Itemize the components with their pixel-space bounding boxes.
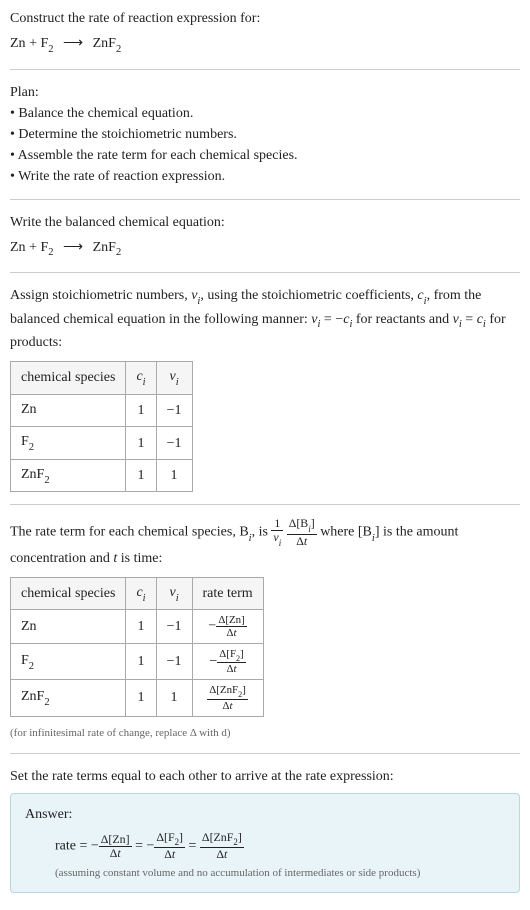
unbalanced-equation: Zn + F2 ⟶ ZnF2	[10, 33, 520, 57]
reaction-arrow-icon: ⟶	[63, 33, 83, 54]
col-species: chemical species	[11, 362, 126, 395]
table-row: F2 1 −1	[11, 427, 193, 460]
prompt-text: Construct the rate of reaction expressio…	[10, 8, 520, 29]
table-row: F2 1 −1 −Δ[F2]Δt	[11, 644, 264, 680]
col-nui: νi	[156, 577, 192, 610]
prompt-section: Construct the rate of reaction expressio…	[10, 8, 520, 57]
plan-item: • Determine the stoichiometric numbers.	[10, 124, 520, 145]
plan-item: • Balance the chemical equation.	[10, 103, 520, 124]
reactant-f2: F2	[40, 36, 53, 51]
rate-term-text: The rate term for each chemical species,…	[10, 517, 520, 568]
divider	[10, 69, 520, 70]
divider	[10, 753, 520, 754]
frac-dbi-dt: Δ[Bi] Δt	[287, 517, 317, 547]
divider	[10, 504, 520, 505]
set-equal-section: Set the rate terms equal to each other t…	[10, 766, 520, 893]
rate-term-section: The rate term for each chemical species,…	[10, 517, 520, 741]
product-znf2: ZnF2	[93, 36, 122, 51]
col-rate: rate term	[192, 577, 263, 610]
rate-term-table: chemical species ci νi rate term Zn 1 −1…	[10, 577, 264, 717]
balanced-title: Write the balanced chemical equation:	[10, 212, 520, 233]
plan-item: • Write the rate of reaction expression.	[10, 166, 520, 187]
infinitesimal-note: (for infinitesimal rate of change, repla…	[10, 725, 520, 742]
col-ci: ci	[126, 577, 156, 610]
table-header-row: chemical species ci νi rate term	[11, 577, 264, 610]
assign-section: Assign stoichiometric numbers, νi, using…	[10, 285, 520, 492]
frac-one-over-nu: 1 νi	[271, 517, 283, 547]
table-header-row: chemical species ci νi	[11, 362, 193, 395]
table-row: ZnF2 1 1 Δ[ZnF2]Δt	[11, 680, 264, 716]
table-row: ZnF2 1 1	[11, 459, 193, 492]
plan-title: Plan:	[10, 82, 520, 103]
divider	[10, 199, 520, 200]
balanced-section: Write the balanced chemical equation: Zn…	[10, 212, 520, 261]
reactant-zn: Zn	[10, 36, 26, 51]
plan-section: Plan: • Balance the chemical equation. •…	[10, 82, 520, 187]
assign-text: Assign stoichiometric numbers, νi, using…	[10, 285, 520, 353]
plan-item: • Assemble the rate term for each chemic…	[10, 145, 520, 166]
table-row: Zn 1 −1 −Δ[Zn]Δt	[11, 610, 264, 644]
table-row: Zn 1 −1	[11, 394, 193, 427]
set-equal-text: Set the rate terms equal to each other t…	[10, 766, 520, 787]
divider	[10, 272, 520, 273]
stoich-table: chemical species ci νi Zn 1 −1 F2 1 −1 Z…	[10, 361, 193, 492]
answer-box: Answer: rate = −Δ[Zn]Δt = −Δ[F2]Δt = Δ[Z…	[10, 793, 520, 893]
col-ci: ci	[126, 362, 156, 395]
balanced-equation: Zn + F2 ⟶ ZnF2	[10, 237, 520, 261]
answer-label: Answer:	[25, 804, 505, 825]
answer-assumption: (assuming constant volume and no accumul…	[55, 865, 505, 882]
col-nui: νi	[156, 362, 192, 395]
col-species: chemical species	[11, 577, 126, 610]
reaction-arrow-icon: ⟶	[63, 237, 83, 258]
rate-expression: rate = −Δ[Zn]Δt = −Δ[F2]Δt = Δ[ZnF2]Δt	[55, 831, 505, 861]
